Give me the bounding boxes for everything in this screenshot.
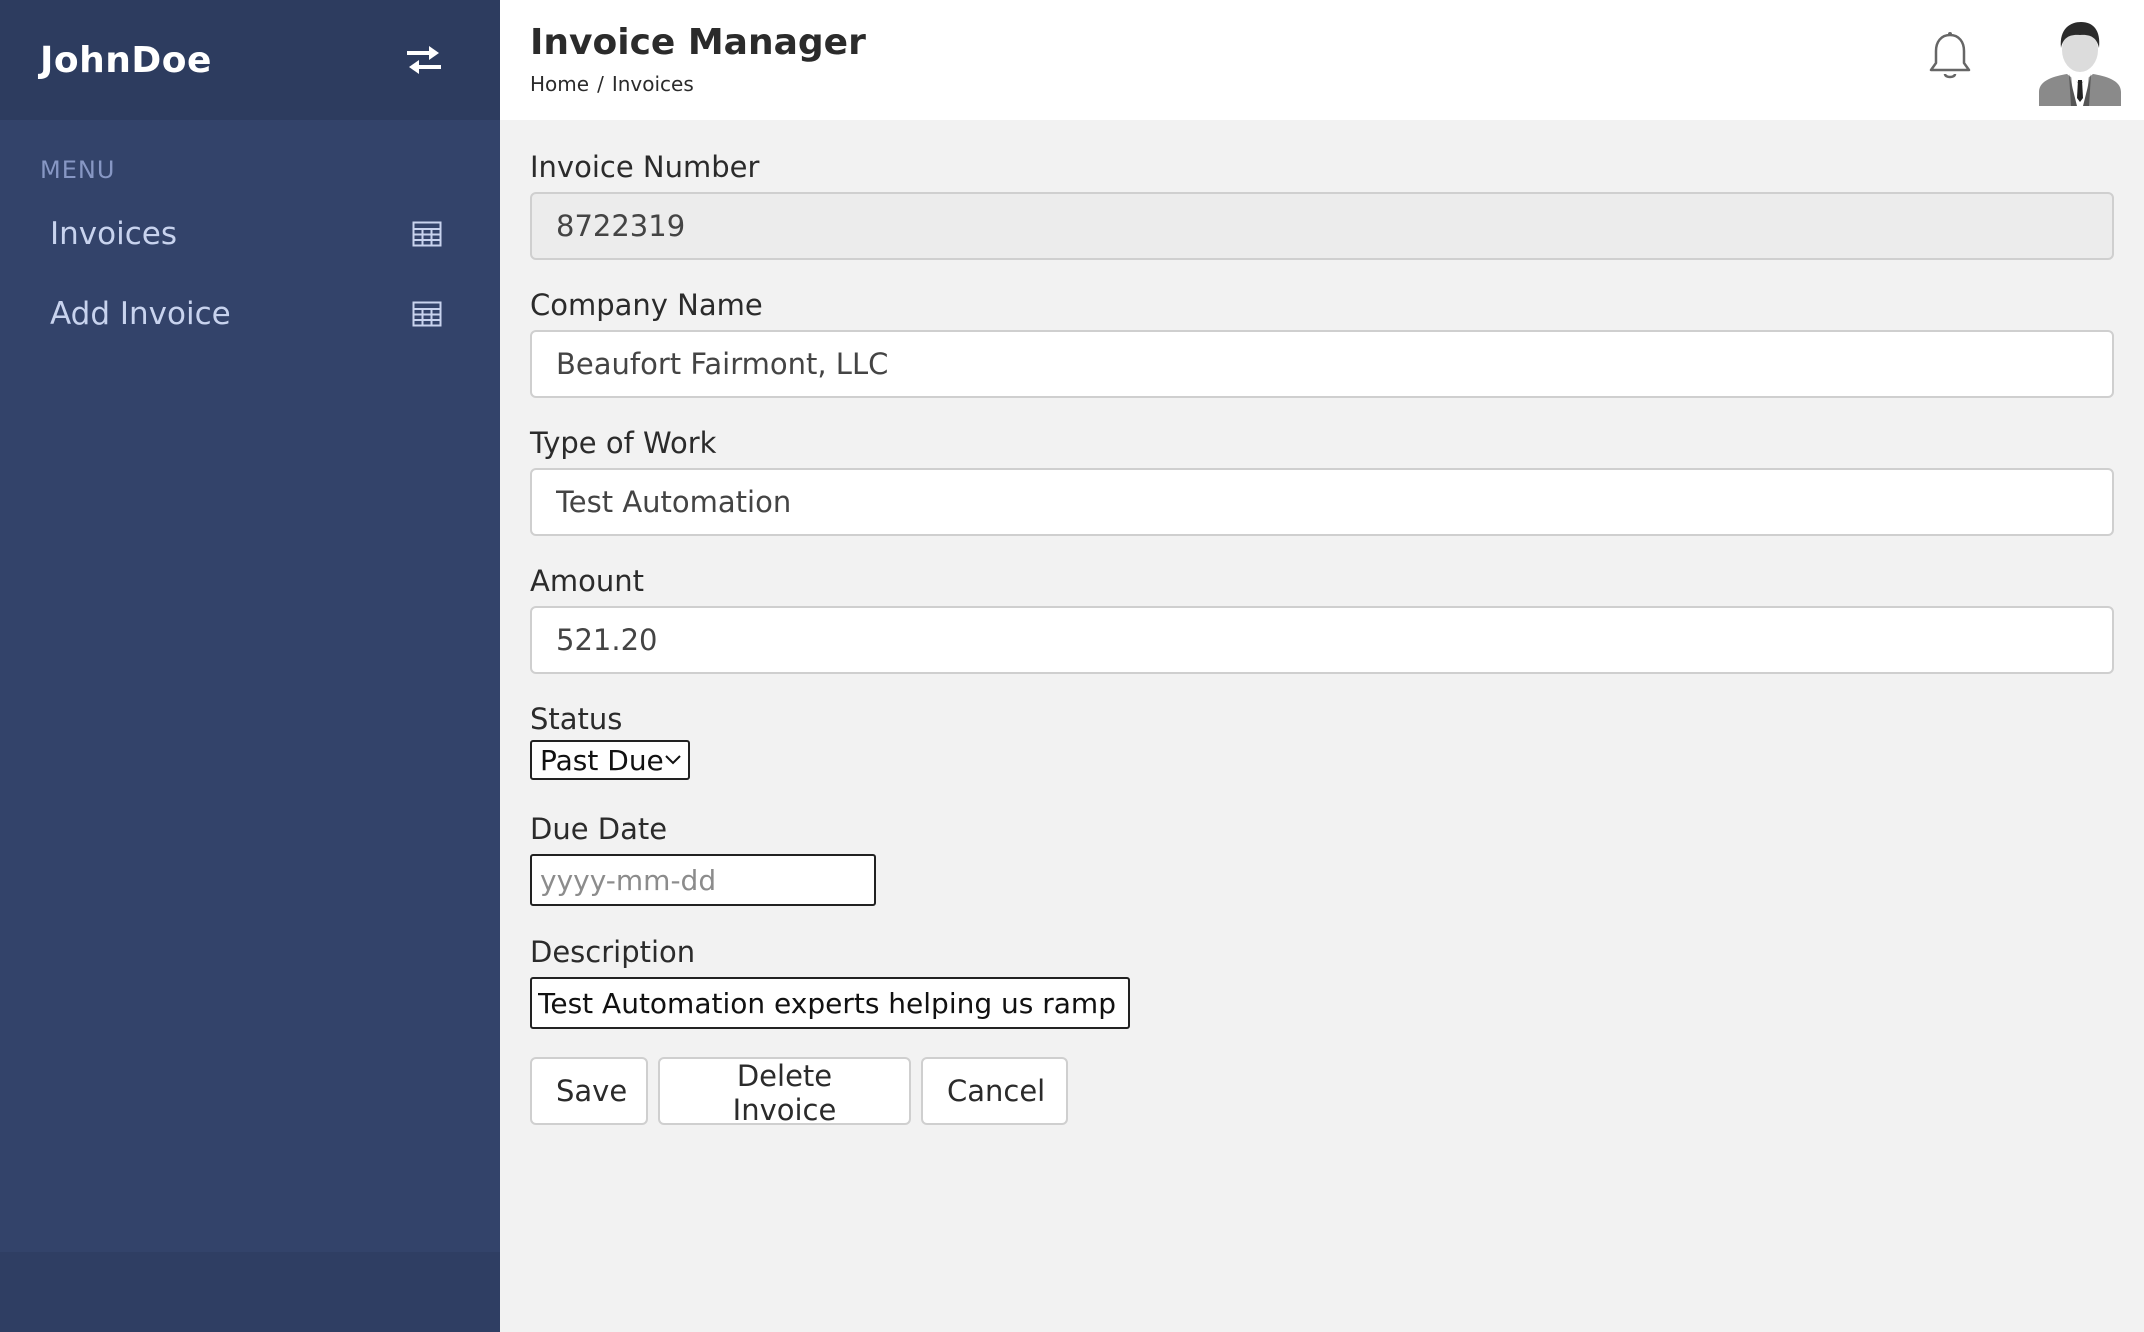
sidebar-item-label: Add Invoice <box>50 296 231 332</box>
amount-field[interactable] <box>530 606 2114 674</box>
status-group: Status Past Due <box>530 702 690 780</box>
breadcrumb-invoices[interactable]: Invoices <box>612 72 694 96</box>
table-icon <box>412 301 442 327</box>
status-select[interactable]: Past Due <box>530 740 690 780</box>
type-of-work-field[interactable] <box>530 468 2114 536</box>
delete-invoice-button[interactable]: Delete Invoice <box>658 1057 911 1127</box>
sidebar-toggle-button[interactable] <box>402 38 446 82</box>
invoice-number-group: Invoice Number <box>530 150 2114 260</box>
table-icon <box>412 221 442 247</box>
due-date-label: Due Date <box>530 812 668 846</box>
breadcrumb-separator: / <box>597 72 604 96</box>
chevron-down-icon <box>665 755 681 765</box>
sidebar-item-label: Invoices <box>50 216 177 252</box>
breadcrumb-home[interactable]: Home <box>530 72 589 96</box>
topbar: Invoice Manager Home / Invoices <box>500 0 2144 120</box>
status-selected-value: Past Due <box>540 743 664 777</box>
menu-section-label: MENU <box>40 156 116 184</box>
form-actions: Save Delete Invoice Cancel <box>530 1057 1068 1127</box>
description-field[interactable] <box>530 977 1130 1029</box>
company-name-group: Company Name <box>530 288 2114 398</box>
brand-name: JohnDoe <box>40 39 212 81</box>
amount-label: Amount <box>530 564 644 598</box>
sidebar-item-invoices[interactable]: Invoices <box>0 194 500 274</box>
company-name-label: Company Name <box>530 288 763 322</box>
invoice-number-field[interactable] <box>530 192 2114 260</box>
company-name-field[interactable] <box>530 330 2114 398</box>
description-group: Description <box>530 935 1130 1029</box>
sidebar-footer <box>0 1252 500 1332</box>
due-date-field[interactable] <box>530 854 876 906</box>
swap-arrows-icon <box>407 46 441 74</box>
invoice-number-label: Invoice Number <box>530 150 760 184</box>
description-label: Description <box>530 935 696 969</box>
sidebar-header: JohnDoe <box>0 0 500 120</box>
bell-icon[interactable] <box>1926 30 1974 82</box>
amount-group: Amount <box>530 564 2114 674</box>
due-date-group: Due Date <box>530 812 876 906</box>
sidebar: JohnDoe MENU Invoices Add Invoice <box>0 0 500 1332</box>
avatar[interactable] <box>2037 14 2123 106</box>
page-title: Invoice Manager <box>530 22 866 63</box>
status-label: Status <box>530 702 623 736</box>
type-of-work-group: Type of Work <box>530 426 2114 536</box>
sidebar-item-add-invoice[interactable]: Add Invoice <box>0 274 500 354</box>
save-button[interactable]: Save <box>530 1057 648 1125</box>
cancel-button[interactable]: Cancel <box>921 1057 1068 1125</box>
breadcrumb: Home / Invoices <box>530 72 694 96</box>
type-of-work-label: Type of Work <box>530 426 717 460</box>
